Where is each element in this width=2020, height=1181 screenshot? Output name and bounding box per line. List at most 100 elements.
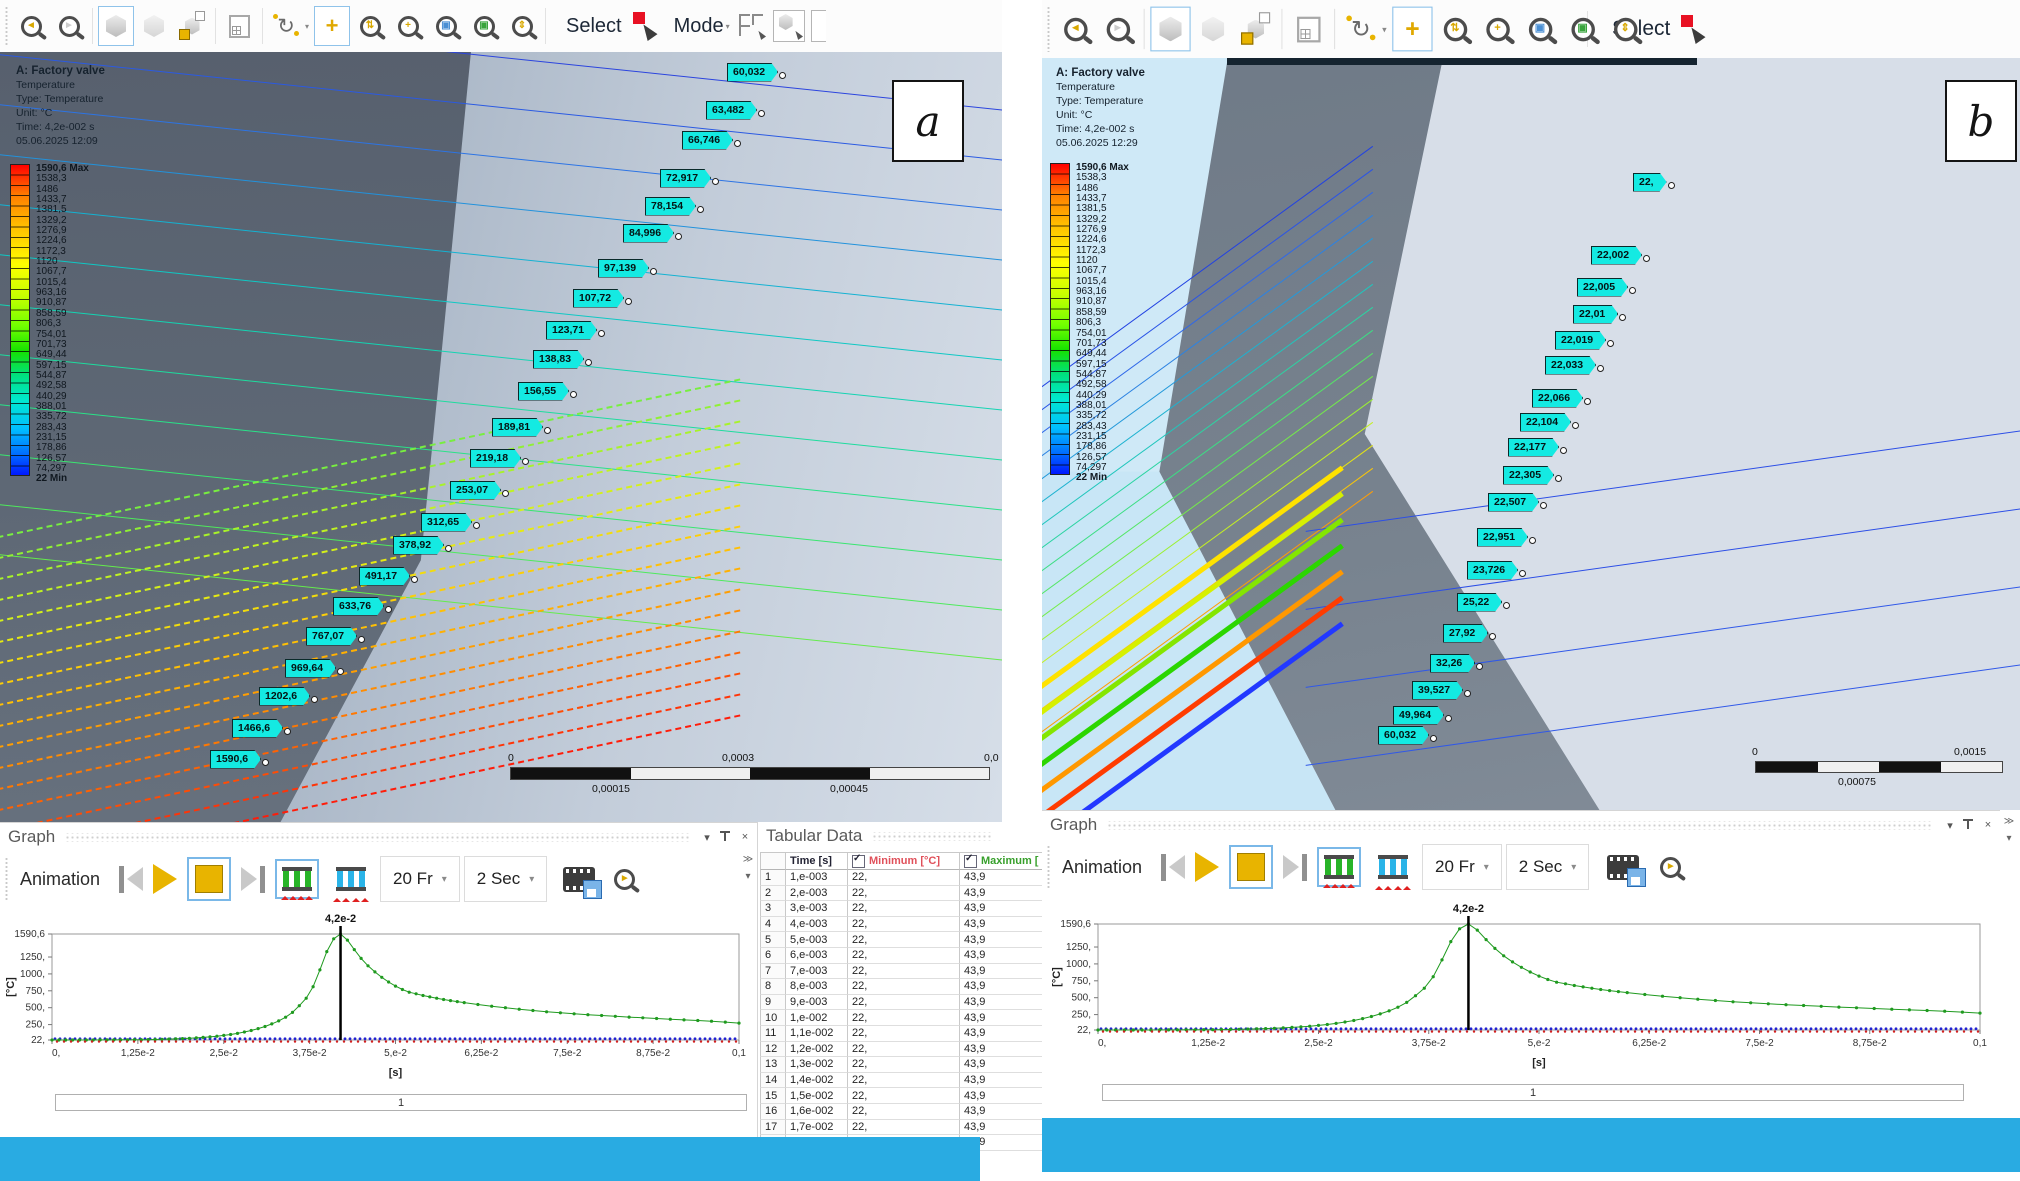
mode-dropdown-icon[interactable]: ▾ — [726, 22, 734, 31]
isometric-view-icon[interactable] — [1150, 7, 1190, 52]
table-row[interactable]: 101,e-00222,43,9 — [760, 1010, 1003, 1026]
time-decay-icon[interactable] — [1371, 847, 1415, 887]
zoom-redo-icon[interactable]: ► — [1098, 7, 1138, 52]
table-row[interactable]: 77,e-00322,43,9 — [760, 964, 1003, 980]
table-row[interactable]: 22,e-00322,43,9 — [760, 886, 1003, 902]
table-row[interactable]: 99,e-00322,43,9 — [760, 995, 1003, 1011]
table-row[interactable]: 88,e-00322,43,9 — [760, 979, 1003, 995]
table-row[interactable]: 141,4e-00222,43,9 — [760, 1073, 1003, 1089]
pane-close-icon[interactable]: × — [737, 831, 753, 843]
play-button[interactable] — [1195, 844, 1219, 890]
expand-icon[interactable]: ≫ — [2004, 816, 2014, 827]
duration-dropdown[interactable]: 2 Sec▾ — [1506, 844, 1590, 890]
zoom-to-range-button[interactable]: ► — [1660, 844, 1681, 890]
step-first-button[interactable] — [1161, 844, 1185, 890]
viewport-3d-a[interactable]: A: Factory valve Temperature Type: Tempe… — [0, 52, 1002, 822]
table-row[interactable]: 33,e-00322,43,9 — [760, 901, 1003, 917]
animation-toolbar-grip[interactable] — [4, 857, 10, 901]
window-layout-icon[interactable] — [221, 6, 257, 46]
viewport-3d-b[interactable]: A: Factory valve Temperature Type: Tempe… — [1042, 58, 2020, 810]
checkbox-icon[interactable] — [852, 855, 865, 868]
select-body-icon[interactable] — [773, 10, 805, 42]
toolbar-grip[interactable] — [4, 6, 10, 46]
result-set-bar[interactable]: 1 — [55, 1094, 747, 1111]
step-last-button[interactable] — [1283, 844, 1307, 890]
export-video-button[interactable] — [1607, 844, 1639, 890]
maximum-column-header[interactable]: Maximum [ — [960, 852, 1050, 870]
zoom-back-icon[interactable]: ⇕ — [1605, 7, 1645, 52]
table-row[interactable]: 131,3e-00222,43,9 — [760, 1057, 1003, 1073]
table-row[interactable]: 151,5e-00222,43,9 — [760, 1088, 1003, 1104]
zoom-box-icon[interactable]: ▣ — [428, 6, 464, 46]
window-layout-icon[interactable] — [1288, 7, 1328, 52]
pane-dropdown-icon[interactable]: ▾ — [1942, 819, 1958, 832]
table-row[interactable]: 121,2e-00222,43,9 — [760, 1042, 1003, 1058]
pane-dropdown-icon[interactable]: ▾ — [699, 831, 715, 844]
table-row[interactable]: 55,e-00322,43,9 — [760, 932, 1003, 948]
svg-text:1250,: 1250, — [20, 952, 45, 963]
pane-close-icon[interactable]: × — [1980, 819, 1996, 831]
rotate-dropdown-icon[interactable]: ▾ — [305, 22, 313, 31]
time-decay-icon[interactable] — [329, 859, 373, 899]
select-label[interactable]: Select — [566, 15, 622, 38]
pane-splitter-a[interactable]: ≫ ▾ — [739, 850, 757, 914]
mode-label[interactable]: Mode — [674, 15, 724, 38]
time-column-header[interactable]: Time [s] — [786, 852, 848, 870]
pane-pin-icon[interactable] — [719, 831, 731, 844]
chevron-down-icon[interactable]: ▾ — [745, 871, 750, 882]
zoom-in-icon[interactable]: + — [1477, 7, 1517, 52]
minimum-column-header[interactable]: Minimum [°C] — [848, 852, 960, 870]
table-row[interactable]: 66,e-00322,43,9 — [760, 948, 1003, 964]
play-button[interactable] — [153, 856, 177, 902]
pan-icon[interactable]: + — [314, 6, 350, 46]
zoom-box-icon[interactable]: ▣ — [1520, 7, 1560, 52]
export-video-button[interactable] — [563, 856, 595, 902]
rotate-icon[interactable]: ↻ — [268, 6, 304, 46]
multi-viewport-icon[interactable] — [1235, 7, 1275, 52]
frames-dropdown[interactable]: 20 Fr▾ — [1422, 844, 1502, 890]
zoom-redo-icon[interactable]: ► — [51, 6, 87, 46]
zoom-fit-icon[interactable]: ▣ — [466, 6, 502, 46]
frames-dropdown[interactable]: 20 Fr▾ — [380, 856, 460, 902]
table-row[interactable]: 161,6e-00222,43,9 — [760, 1104, 1003, 1120]
result-sets-icon[interactable] — [275, 859, 319, 899]
select-extra-icon[interactable] — [811, 10, 826, 42]
duration-dropdown[interactable]: 2 Sec▾ — [464, 856, 548, 902]
scale-ruler-a: 0 0,0003 0,0 0,00015 0,00045 — [500, 752, 1002, 800]
pane-splitter-b[interactable]: ≫ ▾ — [2000, 812, 2018, 1122]
result-set-bar[interactable]: 1 — [1102, 1084, 1964, 1101]
zoom-to-range-button[interactable]: ► — [614, 856, 635, 902]
table-row[interactable]: 171,7e-00222,43,9 — [760, 1120, 1003, 1136]
multi-viewport-icon[interactable] — [174, 6, 210, 46]
stop-button[interactable] — [1229, 845, 1273, 889]
zoom-back-icon[interactable]: ⇕ — [504, 6, 540, 46]
rotate-dropdown-icon[interactable]: ▾ — [1382, 24, 1391, 34]
select-cursor-icon[interactable] — [1678, 15, 1704, 43]
stop-button[interactable] — [187, 857, 231, 901]
zoom-fit-icon[interactable]: ▣ — [1562, 7, 1602, 52]
select-cursor-icon[interactable] — [630, 12, 656, 40]
toolbar-grip[interactable] — [1046, 6, 1052, 52]
zoom-in-icon[interactable]: + — [390, 6, 426, 46]
table-row[interactable]: 44,e-00322,43,9 — [760, 917, 1003, 933]
table-row[interactable]: 11,e-00322,43,9 — [760, 870, 1003, 886]
step-last-button[interactable] — [241, 856, 265, 902]
step-first-button[interactable] — [119, 856, 143, 902]
result-sets-icon[interactable] — [1317, 847, 1361, 887]
zoom-dynamic-icon[interactable]: ⇅ — [352, 6, 388, 46]
checkbox-icon[interactable] — [964, 855, 977, 868]
zoom-undo-icon[interactable]: ◄ — [1055, 7, 1095, 52]
pane-pin-icon[interactable] — [1962, 819, 1974, 832]
table-row[interactable]: 111,1e-00222,43,9 — [760, 1026, 1003, 1042]
zoom-undo-icon[interactable]: ◄ — [13, 6, 49, 46]
isometric-view-icon[interactable] — [98, 6, 134, 46]
pan-icon[interactable]: + — [1392, 7, 1432, 52]
rotate-icon[interactable]: ↻ — [1341, 7, 1381, 52]
shaded-view-icon[interactable] — [1193, 7, 1233, 52]
select-mode-icon[interactable] — [737, 11, 767, 41]
chevron-down-icon[interactable]: ▾ — [2006, 833, 2011, 844]
zoom-dynamic-icon[interactable]: ⇅ — [1435, 7, 1475, 52]
animation-toolbar-grip[interactable] — [1046, 845, 1052, 889]
expand-icon[interactable]: ≫ — [743, 854, 753, 865]
shaded-view-icon[interactable] — [136, 6, 172, 46]
